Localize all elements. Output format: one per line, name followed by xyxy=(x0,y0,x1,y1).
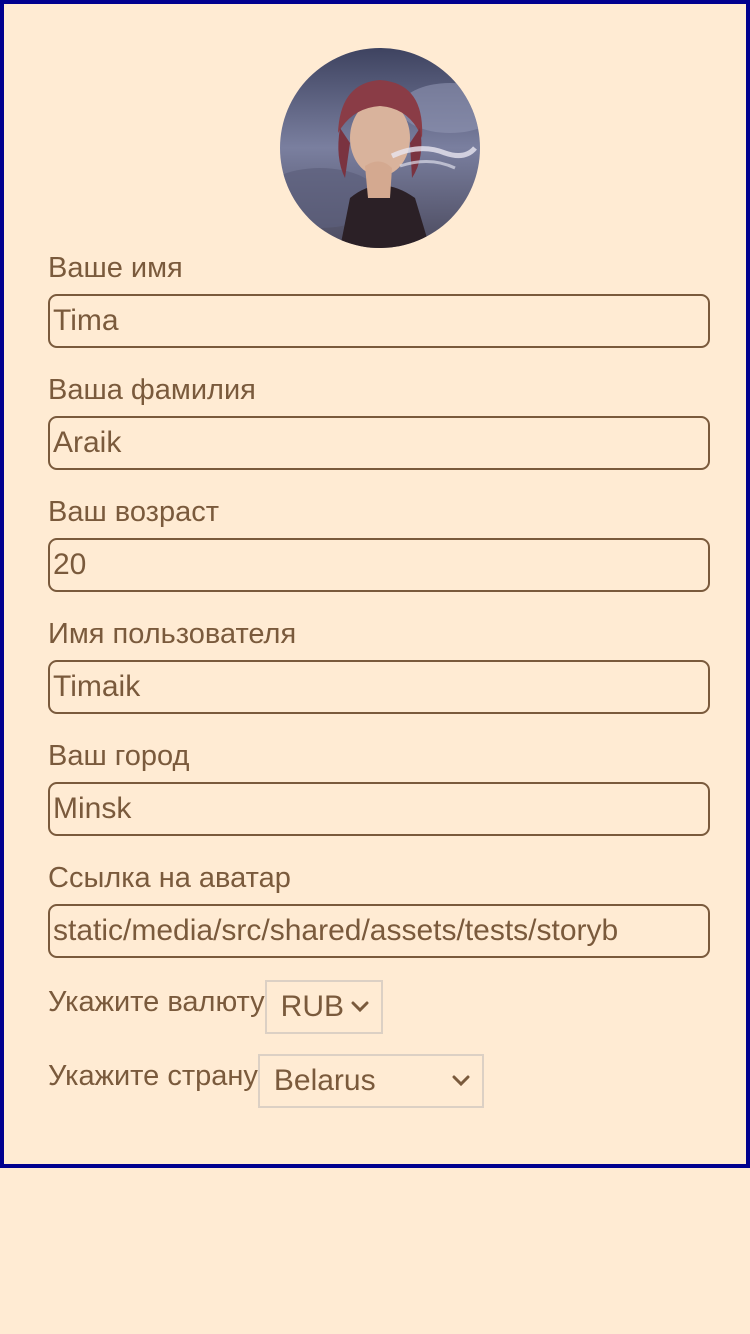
age-label: Ваш возраст xyxy=(48,496,220,528)
city-input[interactable]: Minsk xyxy=(48,782,710,836)
city-label: Ваш город xyxy=(48,740,190,772)
age-input[interactable]: 20 xyxy=(48,538,710,592)
profile-card: Ваше имя Tima Ваша фамилия Araik Ваш воз… xyxy=(0,0,750,1168)
username-label: Имя пользователя xyxy=(48,618,297,650)
chevron-down-icon xyxy=(452,1075,470,1087)
first-name-field: Ваше имя Tima xyxy=(48,252,710,348)
username-field: Имя пользователя Timaik xyxy=(48,618,710,714)
last-name-label: Ваша фамилия xyxy=(48,374,256,406)
avatar-link-label: Ссылка на аватар xyxy=(48,862,291,894)
country-label: Укажите страну xyxy=(48,1060,258,1092)
first-name-label: Ваше имя xyxy=(48,252,183,284)
chevron-down-icon xyxy=(351,1001,369,1013)
avatar-link-field: Ссылка на аватар static/media/src/shared… xyxy=(48,862,710,958)
avatar-image xyxy=(280,48,480,248)
currency-label: Укажите валюту xyxy=(48,986,265,1018)
country-select[interactable]: Belarus xyxy=(257,1054,484,1108)
currency-value: RUB xyxy=(280,990,345,1023)
username-input[interactable]: Timaik xyxy=(48,660,710,714)
country-value: Belarus xyxy=(273,1064,376,1097)
age-field: Ваш возраст 20 xyxy=(48,496,710,592)
avatar-link-input[interactable]: static/media/src/shared/assets/tests/sto… xyxy=(48,904,710,958)
last-name-field: Ваша фамилия Araik xyxy=(48,374,710,470)
country-row: Укажите страну Belarus xyxy=(48,1054,484,1108)
currency-row: Укажите валюту RUB xyxy=(48,980,383,1034)
first-name-input[interactable]: Tima xyxy=(48,294,710,348)
currency-select[interactable]: RUB xyxy=(264,980,383,1034)
avatar xyxy=(280,48,480,248)
city-field: Ваш город Minsk xyxy=(48,740,710,836)
last-name-input[interactable]: Araik xyxy=(48,416,710,470)
